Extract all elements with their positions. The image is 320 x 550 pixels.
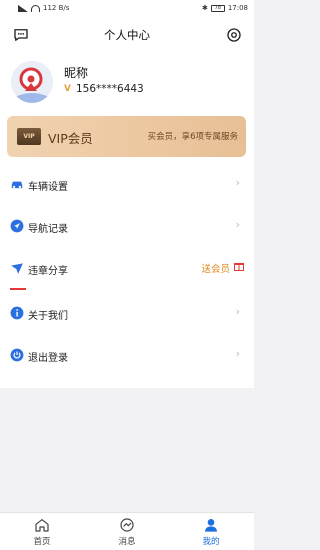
tab-home[interactable]: 首页: [12, 517, 72, 547]
header-bar: 个人中心: [0, 18, 254, 54]
chevron-right-icon: ›: [235, 218, 240, 231]
chevron-right-icon: ›: [235, 176, 240, 189]
nickname: 昵称: [64, 66, 89, 80]
network-speed: 112 B/s: [43, 4, 70, 12]
chevron-right-icon: ›: [235, 305, 240, 318]
status-time: 17:08: [227, 4, 248, 12]
tab-indicator: [10, 288, 26, 290]
page-title: 个人中心: [104, 28, 150, 42]
profile-card[interactable]: 昵称 V 156****6443: [0, 54, 254, 114]
menu-item-navigation-history[interactable]: 导航记录 ›: [0, 208, 254, 244]
tab-label: 消息: [118, 537, 136, 547]
signal-icon: [18, 4, 28, 12]
vip-banner[interactable]: VIP VIP会员 买会员，享6项专属服务: [7, 116, 246, 157]
bluetooth-icon: ✱: [201, 4, 208, 12]
tab-label: 我的: [202, 537, 220, 547]
chevron-right-icon: ›: [235, 347, 240, 360]
menu-list: 车辆设置 › 导航记录 › 违章分享 送会员 关于我们 › 退出登录 ›: [0, 166, 254, 388]
menu-item-label: 车辆设置: [28, 182, 68, 193]
menu-item-label: 导航记录: [28, 224, 68, 235]
settings-icon[interactable]: [225, 26, 243, 44]
vip-section: VIP VIP会员 买会员，享6项专属服务: [0, 106, 254, 166]
vip-title: VIP会员: [48, 131, 93, 146]
wifi-icon: [31, 4, 40, 12]
share-icon: [11, 263, 23, 274]
menu-item-violation-share[interactable]: 违章分享 送会员: [0, 250, 254, 286]
menu-item-vehicle-settings[interactable]: 车辆设置 ›: [0, 166, 254, 202]
bottom-tab-bar: 首页 消息 我的: [0, 512, 254, 550]
message-icon: [120, 518, 134, 532]
info-icon: [10, 306, 24, 320]
menu-item-logout[interactable]: 退出登录 ›: [0, 337, 254, 373]
battery-icon: 78: [210, 4, 225, 12]
home-icon: [35, 519, 49, 532]
gift-icon: [234, 263, 244, 271]
avatar-image: [11, 61, 53, 103]
user-icon: [205, 519, 217, 532]
phone-number: 156****6443: [75, 83, 144, 95]
car-icon: [11, 181, 23, 189]
navigation-icon: [10, 219, 24, 233]
menu-item-about-us[interactable]: 关于我们 ›: [0, 295, 254, 331]
tab-label: 首页: [33, 537, 51, 547]
vip-badge-icon: VIP: [17, 128, 41, 145]
tab-messages[interactable]: 消息: [97, 517, 157, 547]
promo-label: 送会员: [201, 264, 230, 275]
menu-item-label: 违章分享: [28, 266, 68, 277]
power-icon: [10, 348, 24, 362]
menu-item-label: 关于我们: [28, 311, 68, 322]
menu-item-label: 退出登录: [28, 353, 68, 364]
avatar[interactable]: [11, 61, 53, 103]
vip-level-icon: V: [64, 84, 71, 94]
tab-mine[interactable]: 我的: [181, 517, 241, 547]
status-bar: 112 B/s ✱ 78 17:08: [0, 0, 254, 18]
vip-description: 买会员，享6项专属服务: [147, 132, 238, 142]
